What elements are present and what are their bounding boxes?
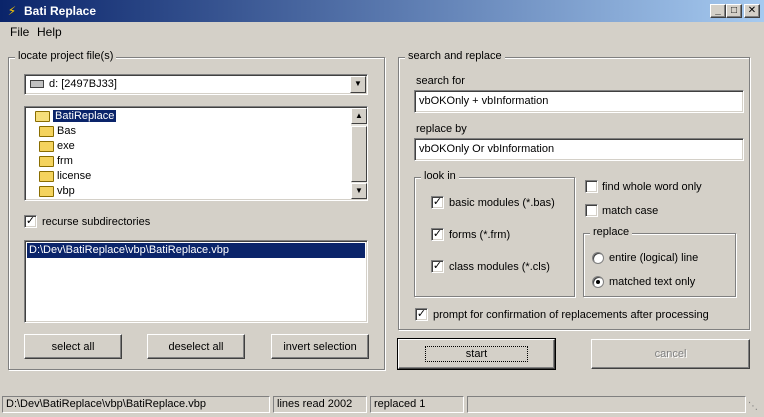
matched-text-radio[interactable] [592,276,604,288]
status-replaced: replaced 1 [370,396,464,413]
recurse-checkbox[interactable]: ✓ [24,215,37,228]
folder-list[interactable]: BatiReplace Bas exe frm license vbp ▲ ▼ [24,106,368,201]
folder-item[interactable]: BatiReplace [25,109,351,124]
cancel-button[interactable]: cancel [591,339,750,369]
scroll-thumb[interactable] [351,126,367,182]
drive-icon [30,80,44,88]
file-list[interactable]: D:\Dev\BatiReplace\vbp\BatiReplace.vbp [24,240,368,323]
resize-grip-icon[interactable]: ⋱ [748,400,762,414]
scroll-up-icon[interactable]: ▲ [351,108,367,124]
invert-selection-button[interactable]: invert selection [271,334,369,359]
minimize-button[interactable]: _ [710,4,726,18]
maximize-button[interactable]: □ [726,4,742,18]
search-for-input[interactable]: vbOKOnly + vbInformation [414,90,744,113]
folder-open-icon [35,111,50,122]
folder-icon [39,186,54,197]
deselect-all-button[interactable]: deselect all [147,334,245,359]
matched-text-label: matched text only [609,276,696,288]
entire-line-label: entire (logical) line [609,252,699,264]
window-title: Bati Replace [24,4,97,18]
basic-modules-label: basic modules (*.bas) [449,197,555,209]
folder-icon [39,156,54,167]
locate-project-group: locate project file(s) [8,50,385,370]
match-case-label: match case [602,205,659,217]
menu-bar: File Help [0,22,764,42]
start-button[interactable]: start [397,338,556,370]
app-icon: ⚡ [7,4,17,18]
scroll-down-icon[interactable]: ▼ [351,183,367,199]
find-whole-word-checkbox[interactable] [585,180,598,193]
select-all-button[interactable]: select all [24,334,122,359]
entire-line-radio[interactable] [592,252,604,264]
menu-file[interactable]: File [10,25,29,39]
search-for-label: search for [416,75,465,87]
drive-combo[interactable]: d: [2497BJ33] ▼ [24,74,368,95]
menu-help[interactable]: Help [37,25,62,39]
forms-label: forms (*.frm) [449,229,511,241]
folder-item[interactable]: license [25,169,351,184]
folder-item[interactable]: Bas [25,124,351,139]
folder-item[interactable]: vbp [25,184,351,199]
folder-icon [39,126,54,137]
chevron-down-icon[interactable]: ▼ [350,76,366,93]
list-item[interactable]: D:\Dev\BatiReplace\vbp\BatiReplace.vbp [27,243,365,258]
find-whole-word-label: find whole word only [602,181,702,193]
basic-modules-checkbox[interactable]: ✓ [431,196,444,209]
drive-value: d: [2497BJ33] [49,78,117,90]
forms-checkbox[interactable]: ✓ [431,228,444,241]
close-button[interactable]: ✕ [744,4,760,18]
search-group-label: search and replace [405,50,505,62]
recurse-label: recurse subdirectories [42,216,151,228]
folder-icon [39,141,54,152]
folder-item[interactable]: exe [25,139,351,154]
look-in-label: look in [421,170,459,182]
class-modules-label: class modules (*.cls) [449,261,550,273]
class-modules-checkbox[interactable]: ✓ [431,260,444,273]
folder-icon [39,171,54,182]
title-bar[interactable]: ⚡ Bati Replace _ □ ✕ [0,0,764,22]
replace-mode-label: replace [590,226,633,238]
replace-by-label: replace by [416,123,467,135]
prompt-checkbox[interactable]: ✓ [415,308,428,321]
status-path: D:\Dev\BatiReplace\vbp\BatiReplace.vbp [2,396,270,413]
folder-item[interactable]: frm [25,154,351,169]
status-lines: lines read 2002 [273,396,367,413]
status-empty [467,396,746,413]
replace-by-input[interactable]: vbOKOnly Or vbInformation [414,138,744,161]
match-case-checkbox[interactable] [585,204,598,217]
locate-group-label: locate project file(s) [15,50,117,62]
prompt-label: prompt for confirmation of replacements … [433,309,709,321]
